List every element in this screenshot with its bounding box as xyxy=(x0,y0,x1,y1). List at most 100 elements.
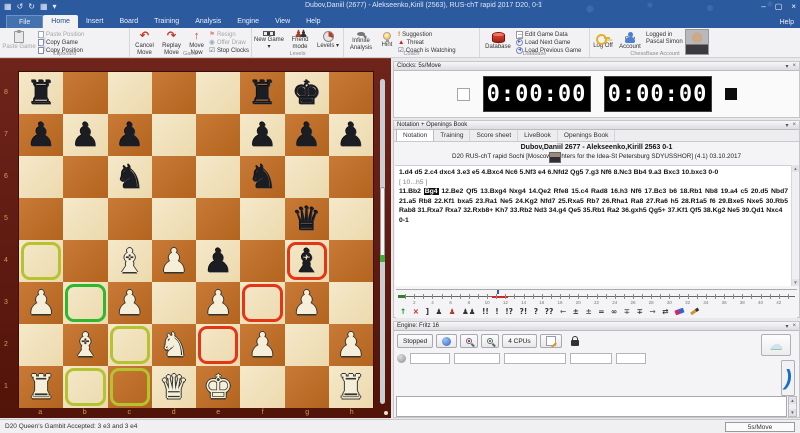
annotation-symbol-1[interactable]: × xyxy=(413,307,419,316)
load-next-game-button[interactable]: ▸Load Next Game xyxy=(516,39,581,46)
board-square-g2[interactable] xyxy=(285,324,329,366)
black-pawn-f7[interactable]: ♟ xyxy=(248,114,278,156)
board-square-d7[interactable] xyxy=(152,114,196,156)
notation-output-button[interactable] xyxy=(540,334,562,348)
white-pawn-c3[interactable]: ♟ xyxy=(115,282,145,324)
white-pawn-f2[interactable]: ♟ xyxy=(248,324,278,366)
annotation-symbol-2[interactable]: ] xyxy=(426,307,429,316)
board-square-g7[interactable]: ♟ xyxy=(285,114,329,156)
scroll-up-icon[interactable]: ▲ xyxy=(792,165,799,172)
board-square-c1[interactable] xyxy=(108,366,152,408)
scroll-down-icon[interactable]: ▼ xyxy=(792,279,799,286)
black-rook-a8[interactable]: ♜ xyxy=(26,72,56,114)
board-square-a5[interactable] xyxy=(19,198,63,240)
analysis-increase-button[interactable] xyxy=(481,334,499,348)
board-square-g1[interactable] xyxy=(285,366,329,408)
white-pawn-g3[interactable]: ♟ xyxy=(292,282,322,324)
levels-button[interactable]: Levels ▾ xyxy=(316,29,340,50)
black-queen-g5[interactable]: ♛ xyxy=(292,198,322,240)
board-square-b8[interactable] xyxy=(63,72,107,114)
board-square-h3[interactable] xyxy=(329,282,373,324)
annotation-symbol-3[interactable]: ♟ xyxy=(436,307,443,316)
slider-thumb[interactable] xyxy=(380,187,385,259)
black-pawn-g7[interactable]: ♟ xyxy=(292,114,322,156)
board-square-b1[interactable] xyxy=(63,366,107,408)
board-square-e7[interactable] xyxy=(196,114,240,156)
eraser-icon[interactable] xyxy=(674,308,684,316)
board-square-b6[interactable] xyxy=(63,156,107,198)
ribbon-tab-analysis[interactable]: Analysis xyxy=(187,15,229,28)
board-square-h7[interactable]: ♟ xyxy=(329,114,373,156)
board-square-g4[interactable]: ♝ xyxy=(285,240,329,282)
board-square-d5[interactable] xyxy=(152,198,196,240)
notation-tab-training[interactable]: Training xyxy=(434,130,470,141)
board-square-h5[interactable] xyxy=(329,198,373,240)
ribbon-tab-engine[interactable]: Engine xyxy=(229,15,267,28)
board-square-d3[interactable] xyxy=(152,282,196,324)
board-square-a8[interactable]: ♜ xyxy=(19,72,63,114)
qat-dropdown-icon[interactable]: ▾ xyxy=(53,1,57,13)
scroll-down-icon[interactable]: ▼ xyxy=(789,409,796,416)
board-square-f1[interactable] xyxy=(240,366,284,408)
engine-expand-button[interactable]: ) xyxy=(781,360,795,396)
black-pawn-h7[interactable]: ♟ xyxy=(336,114,366,156)
lock-icon[interactable] xyxy=(571,340,579,346)
notation-tab-notation[interactable]: Notation xyxy=(396,129,434,141)
undo-icon[interactable]: ↺ xyxy=(17,1,24,13)
black-pawn-b7[interactable]: ♟ xyxy=(71,114,101,156)
white-queen-d1[interactable]: ♛ xyxy=(159,366,189,408)
panel-close-icon[interactable]: × xyxy=(792,122,796,129)
pencil-icon[interactable] xyxy=(691,308,700,315)
layout-icon[interactable]: ▦ xyxy=(40,1,48,13)
board-square-a3[interactable]: ♟ xyxy=(19,282,63,324)
board-square-c5[interactable] xyxy=(108,198,152,240)
annotation-symbol-6[interactable]: !! xyxy=(482,307,489,316)
annotation-symbol-0[interactable]: ↑ xyxy=(400,307,406,316)
ribbon-tab-file[interactable]: File xyxy=(6,15,43,28)
black-pawn-c7[interactable]: ♟ xyxy=(115,114,145,156)
board-square-e2[interactable] xyxy=(196,324,240,366)
board-square-h2[interactable]: ♟ xyxy=(329,324,373,366)
board-square-a6[interactable] xyxy=(19,156,63,198)
board-square-f6[interactable]: ♞ xyxy=(240,156,284,198)
annotation-symbol-9[interactable]: ?! xyxy=(520,307,528,316)
ribbon-tab-help[interactable]: Help xyxy=(298,15,328,28)
ribbon-tab-view[interactable]: View xyxy=(267,15,298,28)
board-square-d2[interactable]: ♞ xyxy=(152,324,196,366)
board-square-b3[interactable] xyxy=(63,282,107,324)
panel-close-icon[interactable]: × xyxy=(792,63,796,70)
annotation-symbol-18[interactable]: ∓ xyxy=(637,307,643,316)
replay-move-button[interactable]: ↷ Replay Move xyxy=(159,29,184,50)
panel-menu-icon[interactable]: ▾ xyxy=(785,122,788,129)
board-square-g6[interactable] xyxy=(285,156,329,198)
board-square-e5[interactable] xyxy=(196,198,240,240)
board-square-b7[interactable]: ♟ xyxy=(63,114,107,156)
board-square-f4[interactable] xyxy=(240,240,284,282)
ribbon-tab-board[interactable]: Board xyxy=(111,15,146,28)
engine-switch-button[interactable] xyxy=(436,334,457,348)
analysis-decrease-button[interactable] xyxy=(460,334,478,348)
board-square-f2[interactable]: ♟ xyxy=(240,324,284,366)
annotation-symbol-14[interactable]: ± xyxy=(585,307,591,316)
minimize-button[interactable]: – xyxy=(761,1,765,13)
board-square-e1[interactable]: ♚ xyxy=(196,366,240,408)
board-square-b4[interactable] xyxy=(63,240,107,282)
board-square-g5[interactable]: ♛ xyxy=(285,198,329,240)
database-button[interactable]: Database xyxy=(482,29,514,50)
board-square-f5[interactable] xyxy=(240,198,284,240)
friend-mode-button[interactable]: Friend mode xyxy=(286,29,314,50)
white-pawn-e3[interactable]: ♟ xyxy=(203,282,233,324)
annotation-symbol-7[interactable]: ! xyxy=(495,307,498,316)
board-square-b5[interactable] xyxy=(63,198,107,240)
edit-account-button[interactable]: Edit Account xyxy=(616,29,644,50)
redo-icon[interactable]: ↻ xyxy=(28,1,35,13)
panel-menu-icon[interactable]: ▾ xyxy=(785,63,788,70)
board-square-c6[interactable]: ♞ xyxy=(108,156,152,198)
notation-tab-score-sheet[interactable]: Score sheet xyxy=(470,130,518,141)
annotation-symbol-16[interactable]: ∞ xyxy=(611,307,617,316)
black-king-g8[interactable]: ♚ xyxy=(292,72,322,114)
annotation-symbol-10[interactable]: ? xyxy=(534,307,538,316)
board-square-h6[interactable] xyxy=(329,156,373,198)
board-square-e4[interactable]: ♟ xyxy=(196,240,240,282)
board-square-b2[interactable]: ♝ xyxy=(63,324,107,366)
